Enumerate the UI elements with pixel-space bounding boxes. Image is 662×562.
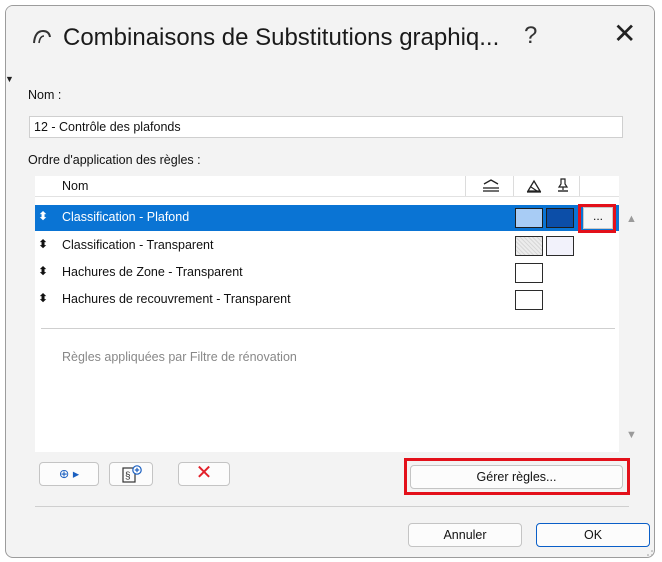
column-separator: [579, 176, 580, 196]
drag-handle-icon[interactable]: ⬍: [38, 291, 48, 305]
pen-icon: [557, 178, 569, 192]
list-divider: [41, 328, 615, 329]
app-icon: [33, 29, 51, 44]
scroll-down-icon[interactable]: ▼: [626, 429, 637, 441]
fill-icon: [526, 179, 542, 193]
rule-label: Hachures de recouvrement - Transparent: [62, 292, 291, 306]
fill-swatch[interactable]: [515, 263, 543, 283]
fill-swatch[interactable]: [515, 290, 543, 310]
rules-order-label: Ordre d'application des règles :: [28, 153, 201, 167]
close-icon[interactable]: ✕: [613, 20, 636, 48]
name-label: Nom :: [28, 88, 62, 102]
cancel-button[interactable]: Annuler: [408, 523, 522, 547]
highlight-manage-rules: [404, 458, 630, 495]
list-header: Nom: [35, 176, 619, 197]
fill-swatch[interactable]: [515, 208, 543, 228]
footer-separator: [35, 506, 629, 507]
collapse-triangle-icon[interactable]: ▼: [6, 74, 14, 84]
resize-grip-icon[interactable]: [646, 549, 654, 557]
add-rule-button[interactable]: ⊕ ▸: [39, 462, 99, 486]
rule-row[interactable]: ⬍ Classification - Plafond ...: [35, 205, 619, 231]
pen-swatch[interactable]: [546, 236, 574, 256]
fill-swatch[interactable]: [515, 236, 543, 256]
drag-handle-icon[interactable]: ⬍: [38, 237, 48, 251]
renovation-filter-text: Règles appliquées par Filtre de rénovati…: [62, 350, 297, 364]
drag-handle-icon[interactable]: ⬍: [38, 264, 48, 278]
delete-rule-button[interactable]: ✕: [178, 462, 230, 486]
rule-row[interactable]: ⬍ Hachures de recouvrement - Transparent: [35, 287, 619, 313]
svg-text:§: §: [125, 471, 131, 482]
cancel-label: Annuler: [443, 528, 487, 542]
rules-list: Nom ⬍ Classification - Plafond ... ⬍ Cla…: [35, 176, 619, 452]
ok-button[interactable]: OK: [536, 523, 650, 547]
drag-handle-icon[interactable]: ⬍: [38, 209, 48, 223]
dialog-window: Combinaisons de Substitutions graphiq...…: [5, 5, 655, 558]
column-separator: [465, 176, 466, 196]
rule-label: Classification - Plafond: [62, 210, 190, 224]
help-icon[interactable]: ?: [524, 22, 537, 50]
layers-icon: [483, 179, 499, 192]
name-input[interactable]: 12 - Contrôle des plafonds: [29, 116, 623, 138]
scroll-up-icon[interactable]: ▲: [626, 213, 637, 225]
ok-label: OK: [583, 528, 603, 542]
library-add-icon: §: [122, 465, 142, 483]
add-rule-label: ⊕ ▸: [58, 467, 80, 481]
pen-swatch[interactable]: [546, 208, 574, 228]
rule-row[interactable]: ⬍ Hachures de Zone - Transparent: [35, 260, 619, 286]
rule-label: Classification - Transparent: [62, 238, 214, 252]
column-header-name: Nom: [62, 179, 89, 193]
title-bar: Combinaisons de Substitutions graphiq...…: [6, 6, 654, 72]
delete-icon: ✕: [195, 462, 213, 484]
window-title: Combinaisons de Substitutions graphiq...: [63, 24, 500, 51]
rule-label: Hachures de Zone - Transparent: [62, 265, 243, 279]
add-from-library-button[interactable]: §: [109, 462, 153, 486]
column-separator: [513, 176, 514, 196]
rule-row[interactable]: ⬍ Classification - Transparent: [35, 233, 619, 259]
highlight-more-button: [578, 204, 616, 233]
